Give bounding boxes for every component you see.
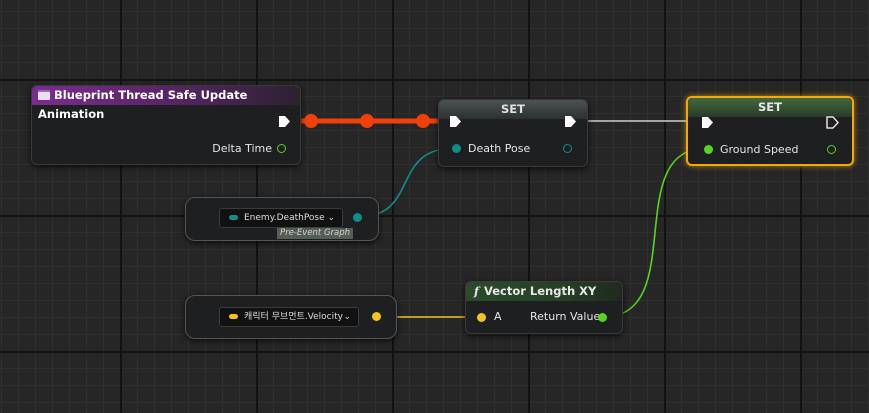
velocity-variable-chip[interactable]: 캐릭터 무브먼트.Velocity ⌄: [219, 307, 359, 327]
velocity-getter-out-pin[interactable]: [372, 312, 381, 321]
ground-speed-label: Ground Speed: [720, 143, 799, 156]
return-value-out-pin[interactable]: [598, 313, 607, 322]
set-death-pose-node[interactable]: SET Death Pose: [438, 99, 588, 167]
set-ground-speed-node[interactable]: SET Ground Speed: [686, 96, 854, 166]
event-node-thread-safe-update[interactable]: Blueprint Thread Safe Update Animation D…: [31, 85, 301, 165]
exec-in-pin[interactable]: [701, 116, 714, 129]
exec-out-pin[interactable]: [278, 115, 291, 128]
vector-type-icon: [229, 314, 238, 319]
blueprint-event-icon: [38, 90, 50, 100]
death-pose-variable-chip[interactable]: Enemy.DeathPose ⌄: [219, 208, 343, 228]
pose-type-icon: [229, 215, 238, 220]
exec-in-pin[interactable]: [449, 115, 462, 128]
death-pose-in-pin[interactable]: [452, 144, 461, 153]
exec-wire-knot: [416, 114, 430, 128]
velocity-getter-node[interactable]: 캐릭터 무브먼트.Velocity ⌄: [185, 295, 397, 339]
set-ground-speed-header: SET: [688, 98, 852, 117]
exec-wire-knot: [360, 114, 374, 128]
chevron-down-icon: ⌄: [343, 312, 351, 322]
death-pose-variable-name: Enemy.DeathPose: [244, 213, 325, 223]
exec-out-pin[interactable]: [826, 116, 839, 129]
death-pose-getter-node[interactable]: Enemy.DeathPose ⌄ Pre-Event Graph: [185, 197, 379, 241]
vector-a-label: A: [494, 310, 502, 323]
wires-layer: [290, 114, 708, 318]
vector-length-xy-node[interactable]: f Vector Length XY A Return Value: [465, 281, 623, 334]
ground-speed-in-pin[interactable]: [704, 145, 713, 154]
delta-time-pin[interactable]: [277, 144, 286, 153]
event-node-header: Blueprint Thread Safe Update Animation: [32, 86, 300, 121]
return-value-label: Return Value: [530, 310, 601, 323]
event-node-title: Blueprint Thread Safe Update Animation: [38, 88, 248, 121]
death-pose-getter-out-pin[interactable]: [353, 213, 362, 222]
death-pose-label: Death Pose: [468, 142, 531, 155]
velocity-variable-name: 캐릭터 무브먼트.Velocity: [244, 312, 343, 322]
function-icon: f: [474, 284, 479, 298]
vector-length-title: Vector Length XY: [483, 284, 597, 298]
vector-a-in-pin[interactable]: [477, 313, 486, 322]
pre-event-graph-badge: Pre-Event Graph: [277, 228, 354, 239]
chevron-down-icon: ⌄: [327, 213, 335, 223]
vector-length-header: f Vector Length XY: [466, 282, 622, 301]
delta-time-label: Delta Time: [212, 142, 272, 155]
exec-out-pin[interactable]: [564, 115, 577, 128]
exec-wire-knot: [304, 114, 318, 128]
death-pose-out-pin[interactable]: [563, 144, 572, 153]
ground-speed-out-pin[interactable]: [827, 145, 836, 154]
